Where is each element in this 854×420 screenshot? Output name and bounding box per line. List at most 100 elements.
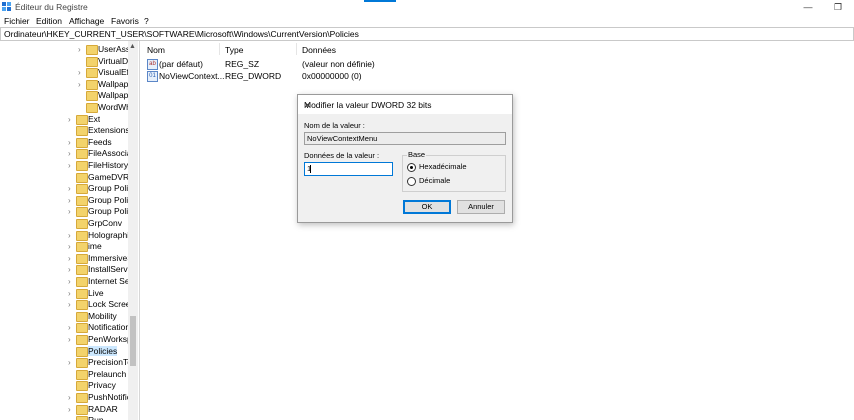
tree-item[interactable]: › PenWorksp <box>0 334 128 345</box>
chevron-right-icon[interactable]: › <box>68 405 75 414</box>
scroll-thumb[interactable] <box>130 316 136 366</box>
tree-item[interactable]: › Live <box>0 288 128 299</box>
tree-item[interactable]: Privacy <box>0 380 128 392</box>
tree-item[interactable]: › UserAssi <box>0 44 128 55</box>
tree-item[interactable]: › Holographi <box>0 230 128 241</box>
tree-item[interactable]: › Group Polic <box>0 183 128 195</box>
folder-icon <box>76 393 88 403</box>
value-data-label: Données de la valeur : <box>304 151 380 160</box>
chevron-right-icon[interactable]: › <box>68 115 75 124</box>
chevron-right-icon[interactable]: › <box>68 161 75 170</box>
tree-item[interactable]: › PrecisionTo <box>0 357 128 369</box>
tree-item[interactable]: › Internet Set <box>0 276 128 287</box>
cancel-button[interactable]: Annuler <box>457 200 505 214</box>
tree-item[interactable]: Wallpap <box>0 90 128 102</box>
tree-item[interactable]: GrpConv <box>0 218 128 229</box>
folder-icon <box>86 79 98 90</box>
chevron-right-icon[interactable]: › <box>68 184 75 193</box>
tree-item[interactable]: › Feeds <box>0 137 128 148</box>
chevron-right-icon[interactable]: › <box>68 335 75 344</box>
address-bar[interactable]: Ordinateur\HKEY_CURRENT_USER\SOFTWARE\Mi… <box>0 27 854 41</box>
tree-item-label: Group Polic <box>88 194 128 205</box>
chevron-right-icon[interactable]: › <box>68 242 75 251</box>
folder-icon <box>76 230 88 241</box>
folder-icon <box>76 323 88 334</box>
chevron-right-icon[interactable]: › <box>68 277 75 286</box>
column-type[interactable]: Type <box>225 45 243 55</box>
chevron-right-icon[interactable]: › <box>78 68 85 77</box>
chevron-right-icon[interactable]: › <box>68 254 75 263</box>
tree-item-label: Holographi <box>88 229 128 240</box>
tree-item[interactable]: Extensions <box>0 125 128 137</box>
tree-item[interactable]: › PushNotific <box>0 392 128 403</box>
chevron-right-icon[interactable]: › <box>68 231 75 240</box>
radio-dec-label: Décimale <box>419 176 451 185</box>
menu-fichier[interactable]: Fichier <box>4 16 30 26</box>
tree-item[interactable]: Policies <box>0 345 128 357</box>
tree-item[interactable]: › Lock Screer <box>0 299 128 311</box>
tree-item[interactable]: › Group Polic <box>0 195 128 206</box>
chevron-right-icon[interactable]: › <box>68 300 75 309</box>
radio-decimal[interactable]: Décimale <box>407 176 497 186</box>
tree-item[interactable]: › FileHistory <box>0 160 128 171</box>
tree-item[interactable]: › Ext <box>0 114 128 125</box>
folder-icon <box>76 126 88 137</box>
tree-item[interactable]: › Wallpap <box>0 79 128 90</box>
tree-item-label: Group Polic <box>88 183 128 194</box>
folder-icon <box>86 103 98 113</box>
menu-edition[interactable]: Edition <box>36 16 62 26</box>
chevron-right-icon[interactable]: › <box>68 149 75 158</box>
menu-help[interactable]: ? <box>144 16 149 26</box>
chevron-right-icon[interactable]: › <box>68 358 75 367</box>
menu-favoris[interactable]: Favoris <box>111 16 139 26</box>
tree-item-label: Wallpap <box>98 78 128 89</box>
chevron-right-icon[interactable]: › <box>68 323 75 332</box>
string-value-icon: ab <box>147 59 158 70</box>
value-row[interactable]: 01 NoViewContext... REG_DWORD 0x00000000… <box>145 71 445 82</box>
tree-item[interactable]: Run <box>0 415 128 420</box>
ok-button[interactable]: OK <box>403 200 451 214</box>
tree-item[interactable]: › FileAssocia <box>0 148 128 160</box>
value-row[interactable]: ab (par défaut) REG_SZ (valeur non défin… <box>145 59 445 70</box>
value-data-input[interactable]: 1 <box>304 162 393 176</box>
tree-item[interactable]: Prelaunch <box>0 369 128 380</box>
close-icon[interactable]: ✕ <box>304 100 506 111</box>
tree-item-label: GameDVR <box>88 171 128 182</box>
chevron-right-icon[interactable]: › <box>78 45 85 54</box>
chevron-right-icon[interactable]: › <box>68 138 75 147</box>
tree-item[interactable]: Mobility <box>0 311 128 322</box>
tree-item-label: VirtualD <box>98 55 128 66</box>
tree-item[interactable]: VirtualD <box>0 56 128 67</box>
radio-checked-icon[interactable] <box>407 163 416 172</box>
chevron-right-icon[interactable]: › <box>68 207 75 216</box>
radio-hexadecimal[interactable]: Hexadécimale <box>407 162 497 172</box>
tree-item[interactable]: › ImmersiveS <box>0 253 128 264</box>
tree-item[interactable]: › VisualEf <box>0 67 128 79</box>
tree-item-label: Privacy <box>88 380 116 391</box>
tree-item[interactable]: GameDVR <box>0 172 128 183</box>
menu-affichage[interactable]: Affichage <box>69 16 104 26</box>
tree-scrollbar[interactable]: ▲ <box>128 41 138 420</box>
chevron-right-icon[interactable]: › <box>68 196 75 205</box>
column-name[interactable]: Nom <box>147 45 165 55</box>
chevron-right-icon[interactable]: › <box>68 289 75 298</box>
tree-item[interactable]: › Group Polic <box>0 206 128 218</box>
chevron-right-icon[interactable]: › <box>68 393 75 402</box>
tree-item[interactable]: › Notification <box>0 322 128 334</box>
tree-item[interactable]: › InstallServic <box>0 264 128 276</box>
minimize-button[interactable]: — <box>798 1 818 13</box>
tree-item-label: InstallServic <box>88 264 128 275</box>
tree-item[interactable]: › ime <box>0 241 128 253</box>
tree-item[interactable]: WordWh <box>0 102 128 113</box>
folder-icon <box>76 195 88 206</box>
value-name: NoViewContext... <box>159 71 225 81</box>
radio-unchecked-icon[interactable] <box>407 177 416 186</box>
scroll-up-icon[interactable]: ▲ <box>129 43 136 50</box>
dialog-title-bar: Modifier la valeur DWORD 32 bits ✕ <box>298 95 512 114</box>
tree-item[interactable]: › RADAR <box>0 404 128 415</box>
column-data[interactable]: Données <box>302 45 336 55</box>
restore-button[interactable]: ❐ <box>828 1 848 13</box>
folder-icon <box>76 149 88 160</box>
chevron-right-icon[interactable]: › <box>68 265 75 274</box>
chevron-right-icon[interactable]: › <box>78 80 85 89</box>
